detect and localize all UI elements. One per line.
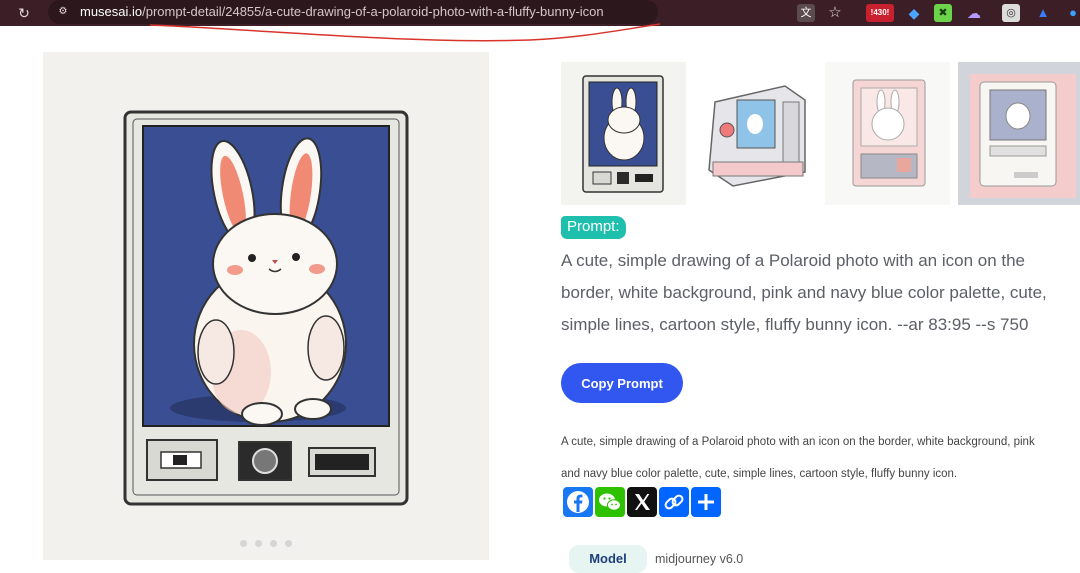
prompt-label-badge: Prompt: [561,216,626,239]
glasses-extension-icon[interactable]: ◎ [1002,4,1020,22]
wechat-share-button[interactable] [595,487,625,517]
polaroid-bunny-illustration [123,110,409,506]
carousel-dot-1[interactable] [240,540,247,547]
facebook-icon [567,491,589,513]
thumbnail-3[interactable] [825,62,950,205]
copy-link-share-button[interactable] [659,487,689,517]
cloud-extension-icon[interactable]: ☁ [965,4,983,22]
address-bar[interactable]: ⚙ musesai.io/prompt-detail/24855/a-cute-… [48,0,658,24]
extension-badge-text: !430! [870,8,890,17]
gem-extension-icon[interactable]: ◆ [905,4,923,22]
thumbnail-2-image [708,85,806,187]
x-icon [635,494,650,510]
carousel-dots [240,540,292,548]
bookmark-star-icon[interactable]: ☆ [826,4,844,22]
extension-badge-icon[interactable]: !430! [866,4,894,22]
carousel-dot-2[interactable] [255,540,262,547]
reload-icon[interactable]: ↻ [14,3,34,23]
translate-icon[interactable]: 文 [797,4,815,22]
thumbnail-2[interactable] [693,62,818,205]
url-text[interactable]: musesai.io/prompt-detail/24855/a-cute-dr… [80,4,604,19]
thumbnail-3-image [852,79,926,187]
puzzle-extension-icon[interactable]: ✖ [934,4,952,22]
prompt-text: A cute, simple drawing of a Polaroid pho… [561,251,1047,334]
carousel-dot-4[interactable] [285,540,292,547]
description-text: A cute, simple drawing of a Polaroid pho… [561,426,1080,490]
url-host: musesai.io [80,4,143,19]
red-underline-annotation [150,23,661,42]
main-image[interactable] [43,52,489,560]
facebook-share-button[interactable] [563,487,593,517]
copy-prompt-button[interactable]: Copy Prompt [561,363,683,403]
thumbnail-4-image [970,74,1076,198]
thumbnail-1[interactable] [561,62,686,205]
thumbnail-1-image [582,75,664,193]
model-value: midjourney v6.0 [655,552,744,566]
thumbnail-4[interactable] [958,62,1080,205]
wechat-icon [599,493,621,511]
more-share-button[interactable] [691,487,721,517]
description-line-1: A cute, simple drawing of a Polaroid pho… [561,436,1035,448]
x-share-button[interactable] [627,487,657,517]
triangle-extension-icon[interactable]: ▲ [1034,4,1052,22]
model-label-badge: Model [569,545,647,573]
description-line-2: and navy blue color palette, cute, simpl… [561,468,958,480]
copy-link-icon [664,494,684,510]
carousel-dot-3[interactable] [270,540,277,547]
circle-extension-icon[interactable]: ● [1064,4,1080,22]
url-path: /prompt-detail/24855/a-cute-drawing-of-a… [142,4,604,19]
more-share-icon [698,494,714,510]
site-info-icon[interactable]: ⚙ [56,5,70,19]
